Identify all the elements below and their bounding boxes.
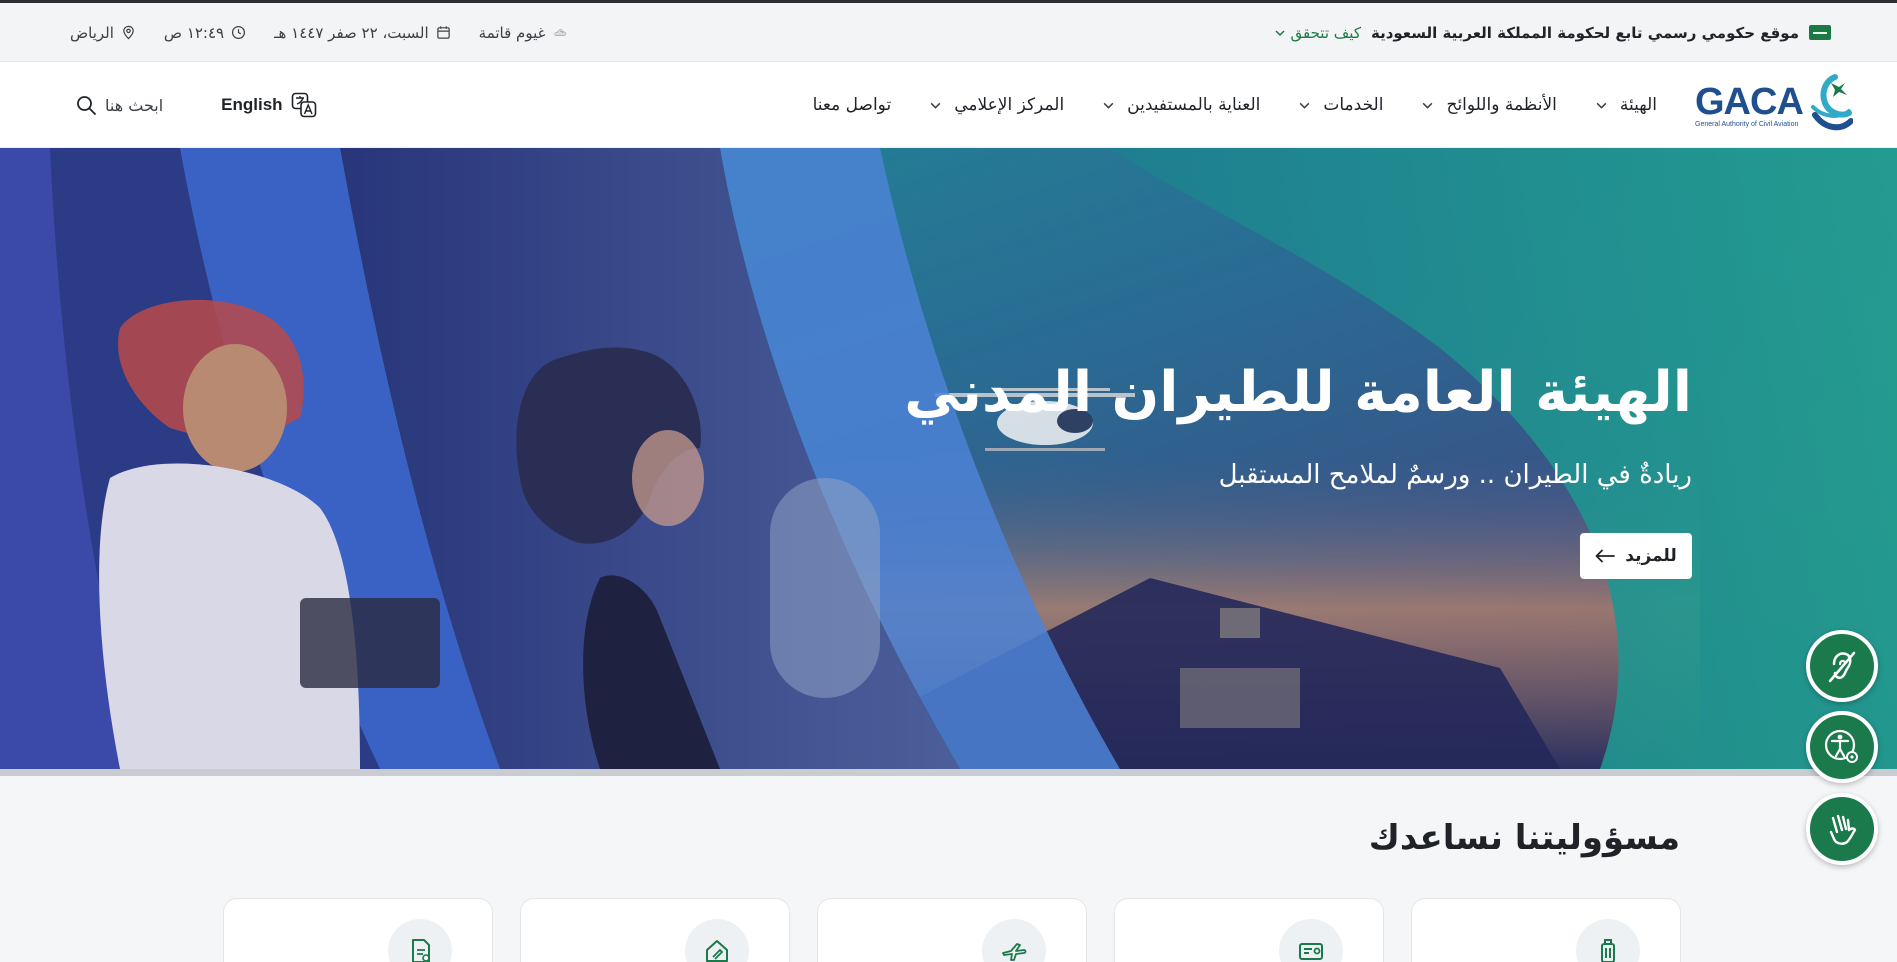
nav-item-regulations[interactable]: الأنظمة واللوائح [1421, 95, 1557, 115]
top-info-bar: موقع حكومي رسمي تابع لحكومة المملكة العر… [0, 3, 1897, 62]
nav-item-authority[interactable]: الهيئة [1595, 95, 1657, 115]
service-card[interactable] [520, 898, 790, 962]
gaca-emblem-icon [1811, 74, 1853, 131]
card-icon-wrap [982, 919, 1046, 962]
location-pin-icon [123, 25, 134, 40]
service-card[interactable] [1114, 898, 1384, 962]
clock-icon [232, 25, 246, 40]
saudi-flag-icon [1809, 25, 1831, 40]
hearing-icon [1828, 651, 1856, 683]
main-header: GACA General Authority of Civil Aviation… [0, 62, 1897, 148]
date-item: السبت، ٢٢ صفر ١٤٤٧ هـ [274, 24, 451, 42]
nav-label: العناية بالمستفيدين [1127, 95, 1261, 115]
plane-icon [1002, 943, 1027, 961]
nav-label: الخدمات [1323, 95, 1384, 115]
verify-label: كيف تتحقق [1290, 23, 1361, 42]
logo-subtitle: General Authority of Civil Aviation [1695, 121, 1799, 128]
weather-text: غيوم قاتمة [478, 23, 546, 42]
chevron-down-icon [1423, 102, 1433, 109]
chevron-down-icon [1300, 102, 1310, 109]
official-site-text: موقع حكومي رسمي تابع لحكومة المملكة العر… [1370, 23, 1799, 42]
more-label: للمزيد [1625, 546, 1677, 566]
service-card[interactable] [817, 898, 1087, 962]
calendar-icon [436, 26, 450, 39]
nav-label: تواصل معنا [812, 95, 892, 115]
gaca-logo[interactable]: GACA General Authority of Civil Aviation [1693, 73, 1853, 137]
chevron-down-icon [930, 102, 941, 109]
nav-label: الأنظمة واللوائح [1446, 95, 1557, 115]
header-tools: ابحث هنا English [75, 62, 317, 148]
nav-item-beneficiary-care[interactable]: العناية بالمستفيدين [1102, 95, 1260, 115]
city-item: الرياض [70, 24, 136, 42]
nav-item-media-center[interactable]: المركز الإعلامي [929, 95, 1064, 115]
card-icon-wrap [685, 919, 749, 962]
main-nav: الهيئة الأنظمة واللوائح الخدمات العناية … [813, 62, 1657, 148]
card-icon-wrap [1576, 919, 1640, 962]
search-label: ابحث هنا [105, 95, 164, 115]
search-icon [77, 96, 96, 115]
sign-language-button[interactable] [1806, 793, 1878, 865]
translate-icon [291, 92, 316, 118]
chevron-down-icon [1596, 102, 1607, 109]
card-icon-wrap [1279, 919, 1343, 962]
home-icon [706, 940, 728, 962]
weather-item: غيوم قاتمة [479, 24, 568, 42]
logo-wordmark: GACA [1695, 81, 1804, 123]
card-icon-wrap [388, 919, 452, 962]
accessibility-settings-button[interactable] [1806, 711, 1878, 783]
luggage-icon [1601, 939, 1615, 962]
time-text: ١٢:٤٩ ص [163, 23, 225, 42]
language-label: English [221, 95, 283, 114]
language-toggle[interactable]: English [221, 92, 316, 118]
verify-dropdown[interactable]: كيف تتحقق [1274, 24, 1361, 42]
time-item: ١٢:٤٩ ص [164, 24, 246, 42]
official-banner: موقع حكومي رسمي تابع لحكومة المملكة العر… [1274, 3, 1831, 62]
hero-banner: الهيئة العامة للطيران المدني ريادةٌ في ا… [0, 148, 1897, 769]
cloud-icon [555, 29, 567, 36]
sign-language-icon [1829, 814, 1857, 845]
nav-item-services[interactable]: الخدمات [1298, 95, 1383, 115]
accessibility-settings-icon [1824, 729, 1858, 763]
section-title: مسؤوليتنا نساعدك [1368, 818, 1680, 858]
arrow-left-icon [1595, 549, 1616, 563]
nav-item-contact[interactable]: تواصل معنا [813, 95, 892, 115]
chevron-down-icon [1274, 29, 1285, 36]
more-button[interactable]: للمزيد [1580, 533, 1692, 579]
hero-subtitle: ريادةٌ في الطيران .. ورسمٌ لملامح المستق… [1218, 460, 1692, 490]
date-text: السبت، ٢٢ صفر ١٤٤٧ هـ [274, 23, 429, 42]
status-info: الرياض ١٢:٤٩ ص السبت، ٢٢ صفر ١٤٤٧ هـ غيو… [70, 3, 567, 62]
service-card[interactable] [223, 898, 493, 962]
nav-label: المركز الإعلامي [954, 95, 1065, 115]
service-card[interactable] [1411, 898, 1681, 962]
nav-label: الهيئة [1619, 95, 1657, 115]
hero-background-art [0, 148, 1897, 769]
city-text: الرياض [70, 23, 114, 42]
hearing-assist-button[interactable] [1806, 630, 1878, 702]
hero-divider [0, 769, 1897, 776]
hero-title: الهيئة العامة للطيران المدني [904, 360, 1692, 425]
document-icon [412, 939, 430, 962]
chevron-down-icon [1103, 102, 1114, 109]
id-card-icon [1299, 943, 1323, 960]
search-button[interactable]: ابحث هنا [75, 94, 163, 116]
